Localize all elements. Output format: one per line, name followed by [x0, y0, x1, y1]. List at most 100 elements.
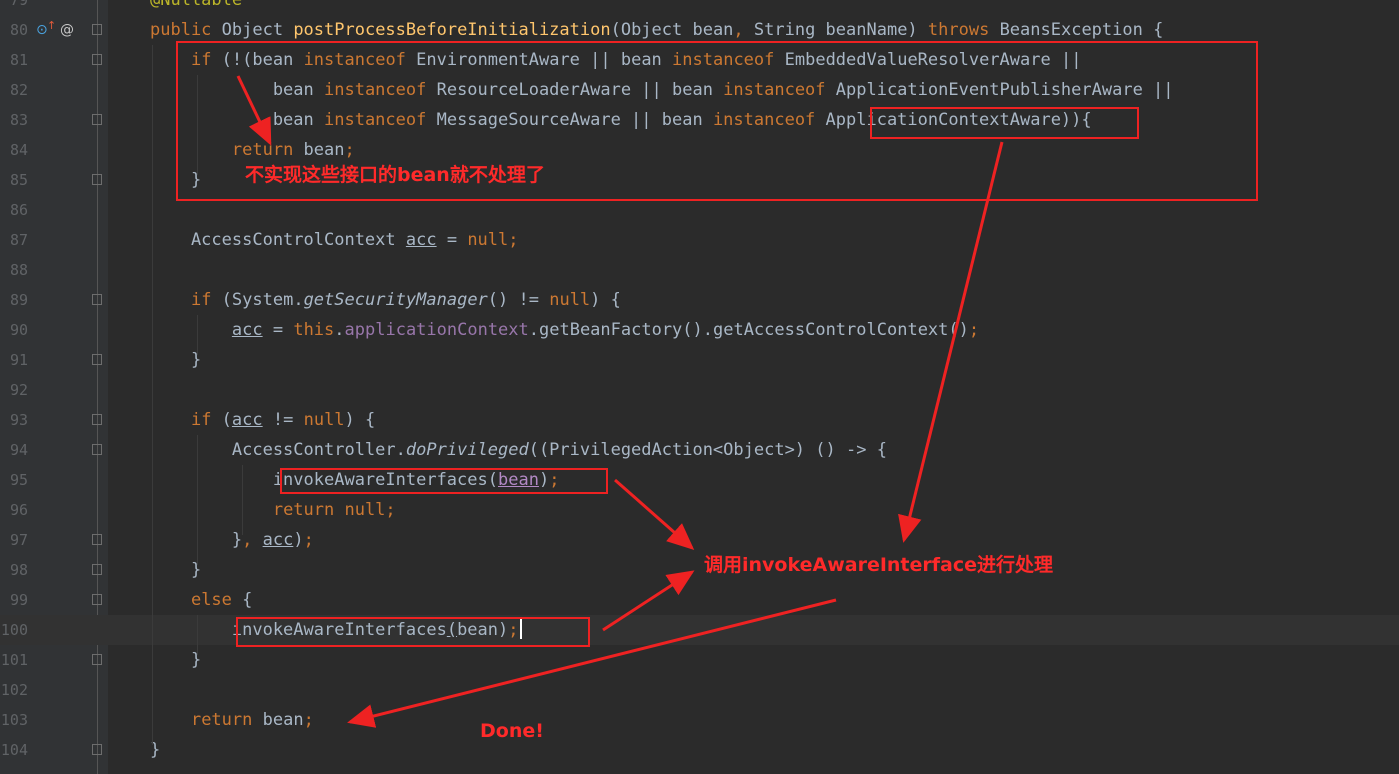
- indent-guide: [152, 45, 153, 745]
- fold-marker-icon[interactable]: [92, 744, 102, 755]
- code-line[interactable]: 81 if (!(bean instanceof EnvironmentAwar…: [0, 45, 1399, 75]
- code-text[interactable]: if (acc != null) {: [150, 408, 375, 432]
- code-token: throws: [927, 20, 1000, 40]
- code-text[interactable]: invokeAwareInterfaces(bean);: [150, 468, 560, 492]
- code-text[interactable]: return null;: [150, 498, 396, 522]
- code-token: bean: [498, 470, 539, 490]
- line-number: 99: [9, 591, 28, 609]
- code-text[interactable]: AccessControlContext acc = null;: [150, 228, 519, 252]
- code-text[interactable]: }: [150, 348, 201, 372]
- code-token: ResourceLoaderAware || bean: [436, 80, 724, 100]
- code-line[interactable]: 89 if (System.getSecurityManager() != nu…: [0, 285, 1399, 315]
- code-line[interactable]: 87 AccessControlContext acc = null;: [0, 225, 1399, 255]
- code-line[interactable]: 90 acc = this.applicationContext.getBean…: [0, 315, 1399, 345]
- line-number: 90: [9, 321, 28, 339]
- line-number: 91: [9, 351, 28, 369]
- code-token: {: [242, 590, 253, 610]
- code-editor[interactable]: 79 @Nullable 80 ⊙ ↑ @ public Object postProces…: [0, 0, 1399, 774]
- code-token: public: [150, 20, 222, 40]
- code-line[interactable]: 88: [0, 255, 1399, 285]
- code-line[interactable]: 102: [0, 675, 1399, 705]
- code-text[interactable]: else {: [150, 588, 252, 612]
- code-token: (Object bean: [610, 20, 734, 40]
- code-token: doPrivileged: [405, 440, 529, 460]
- line-number: 97: [9, 531, 28, 549]
- code-line[interactable]: 84 return bean;: [0, 135, 1399, 165]
- code-line[interactable]: 95 invokeAwareInterfaces(bean);: [0, 465, 1399, 495]
- fold-marker-icon[interactable]: [92, 294, 102, 305]
- code-line[interactable]: 94 AccessController.doPrivileged((Privil…: [0, 435, 1399, 465]
- code-token: .getBeanFactory().getAccessControlContex…: [528, 320, 969, 340]
- fold-marker-icon[interactable]: [92, 594, 102, 605]
- code-token: AccessController.: [150, 440, 406, 460]
- code-line[interactable]: 93 if (acc != null) {: [0, 405, 1399, 435]
- override-method-icon[interactable]: ⊙: [36, 21, 48, 39]
- indent-guide: [197, 75, 198, 175]
- code-line[interactable]: 80 ⊙ ↑ @ public Object postProcessBeforeInit…: [0, 15, 1399, 45]
- code-text[interactable]: }, acc);: [150, 528, 314, 552]
- code-line[interactable]: 85 }: [0, 165, 1399, 195]
- code-line[interactable]: 79 @Nullable: [0, 0, 1399, 15]
- code-text[interactable]: }: [150, 648, 201, 672]
- fold-marker-icon[interactable]: [92, 174, 102, 185]
- code-text[interactable]: if (!(bean instanceof EnvironmentAware |…: [150, 48, 1081, 72]
- code-line[interactable]: 100 invokeAwareInterfaces(bean);: [0, 615, 1399, 645]
- code-text[interactable]: acc = this.applicationContext.getBeanFac…: [150, 318, 979, 342]
- code-token: Object: [221, 20, 294, 40]
- code-text[interactable]: if (System.getSecurityManager() != null)…: [150, 288, 621, 312]
- indent-guide: [197, 435, 198, 565]
- code-token: ) {: [344, 410, 376, 430]
- code-line[interactable]: 97 }, acc);: [0, 525, 1399, 555]
- code-token: bean: [150, 110, 324, 130]
- code-token: .: [334, 320, 345, 340]
- line-number: 98: [9, 561, 28, 579]
- code-text[interactable]: invokeAwareInterfaces(bean);: [150, 618, 522, 642]
- line-number: 94: [9, 441, 28, 459]
- fold-marker-icon[interactable]: [92, 24, 102, 35]
- fold-marker-icon[interactable]: [92, 114, 102, 125]
- indent-guide: [242, 465, 243, 535]
- code-token: }: [150, 560, 202, 580]
- code-line[interactable]: 91 }: [0, 345, 1399, 375]
- annotation-icon[interactable]: @: [60, 21, 74, 39]
- code-text[interactable]: @Nullable: [150, 0, 242, 12]
- code-line[interactable]: 104}: [0, 735, 1399, 765]
- code-token: acc: [262, 530, 294, 550]
- code-line[interactable]: 86: [0, 195, 1399, 225]
- code-line[interactable]: 83 bean instanceof MessageSourceAware ||…: [0, 105, 1399, 135]
- fold-marker-icon[interactable]: [92, 444, 102, 455]
- fold-marker-icon[interactable]: [92, 564, 102, 575]
- fold-marker-icon[interactable]: [92, 654, 102, 665]
- code-text[interactable]: bean instanceof MessageSourceAware || be…: [150, 108, 1092, 132]
- code-line[interactable]: 98 }: [0, 555, 1399, 585]
- fold-marker-icon[interactable]: [92, 354, 102, 365]
- code-token: instanceof: [324, 80, 437, 100]
- code-text[interactable]: bean instanceof ResourceLoaderAware || b…: [150, 78, 1174, 102]
- line-number: 87: [9, 231, 28, 249]
- code-line[interactable]: 82 bean instanceof ResourceLoaderAware |…: [0, 75, 1399, 105]
- code-line[interactable]: 103 return bean;: [0, 705, 1399, 735]
- code-token: bean): [457, 620, 509, 640]
- fold-marker-icon[interactable]: [92, 414, 102, 425]
- fold-marker-icon[interactable]: [92, 534, 102, 545]
- code-text[interactable]: return bean;: [150, 138, 355, 162]
- code-token: bean: [303, 140, 345, 160]
- line-number: 95: [9, 471, 28, 489]
- code-line[interactable]: 92: [0, 375, 1399, 405]
- fold-marker-icon[interactable]: [92, 54, 102, 65]
- code-text[interactable]: }: [150, 558, 201, 582]
- code-text[interactable]: AccessController.doPrivileged((Privilege…: [150, 438, 887, 462]
- code-text[interactable]: }: [150, 168, 201, 192]
- code-line[interactable]: 96 return null;: [0, 495, 1399, 525]
- code-text[interactable]: return bean;: [150, 708, 314, 732]
- code-token: (: [221, 410, 232, 430]
- code-line[interactable]: 101 }: [0, 645, 1399, 675]
- code-token: ;: [344, 140, 355, 160]
- line-number: 83: [9, 111, 28, 129]
- code-text[interactable]: public Object postProcessBeforeInitializ…: [150, 18, 1163, 42]
- code-line[interactable]: 99 else {: [0, 585, 1399, 615]
- code-token: ;: [508, 230, 519, 250]
- line-number: 85: [9, 171, 28, 189]
